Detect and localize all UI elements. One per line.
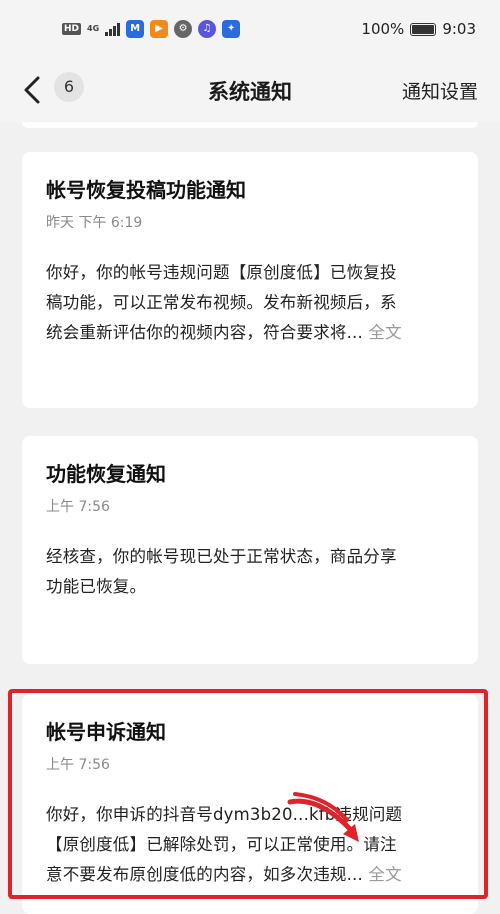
body-line: 你好，你的帐号违规问题【原创度低】已恢复投 [46, 263, 397, 282]
red-annotation-arrow-icon [287, 792, 359, 842]
status-right: 100% 9:03 [361, 20, 476, 38]
body-line: 稿功能，可以正常发布视频。发布新视频后，系 [46, 293, 397, 312]
red-highlight-box [8, 689, 488, 899]
notification-title: 帐号恢复投稿功能通知 [46, 178, 246, 202]
music-app-icon: ♫ [198, 20, 217, 38]
notification-body: 你好，你的帐号违规问题【原创度低】已恢复投 稿功能，可以正常发布视频。发布新视频… [46, 258, 454, 348]
nav-bar: 6 系统通知 通知设置 [0, 60, 500, 122]
notification-time: 上午 7:56 [46, 499, 110, 515]
status-left: HD 4G M ▶ ⚙ ♫ ✦ [62, 20, 241, 38]
notification-card[interactable]: 功能恢复通知 上午 7:56 经核查，你的帐号现已处于正常状态，商品分享 功能已… [22, 436, 478, 664]
signal-icon [105, 22, 121, 36]
body-line: 功能已恢复。 [46, 577, 147, 596]
status-bar: HD 4G M ▶ ⚙ ♫ ✦ 100% 9:03 [0, 0, 500, 60]
notification-settings-link[interactable]: 通知设置 [402, 77, 478, 104]
hd-indicator: HD [62, 23, 82, 35]
battery-percent: 100% [361, 20, 405, 38]
notification-time: 昨天 下午 6:19 [46, 215, 143, 231]
body-line: 统会重新评估你的视频内容，符合要求将... [46, 323, 363, 342]
settings-app-icon: ⚙ [174, 20, 193, 38]
body-line-last: 统会重新评估你的视频内容，符合要求将... 全文 [46, 318, 454, 348]
clock: 9:03 [442, 20, 476, 38]
battery-icon [410, 22, 437, 36]
notification-title: 功能恢复通知 [46, 462, 166, 486]
notification-body: 经核查，你的帐号现已处于正常状态，商品分享 功能已恢复。 [46, 542, 454, 602]
video-app-icon: ▶ [150, 20, 169, 38]
notification-card[interactable]: 帐号恢复投稿功能通知 昨天 下午 6:19 你好，你的帐号违规问题【原创度低】已… [22, 152, 478, 408]
app-m-icon: M [126, 20, 145, 38]
expand-full-text-link[interactable]: 全文 [368, 323, 401, 342]
previous-card-edge [22, 122, 478, 128]
body-line: 经核查，你的帐号现已处于正常状态，商品分享 [46, 547, 397, 566]
network-type: 4G [87, 24, 100, 33]
bulb-app-icon: ✦ [222, 20, 241, 38]
